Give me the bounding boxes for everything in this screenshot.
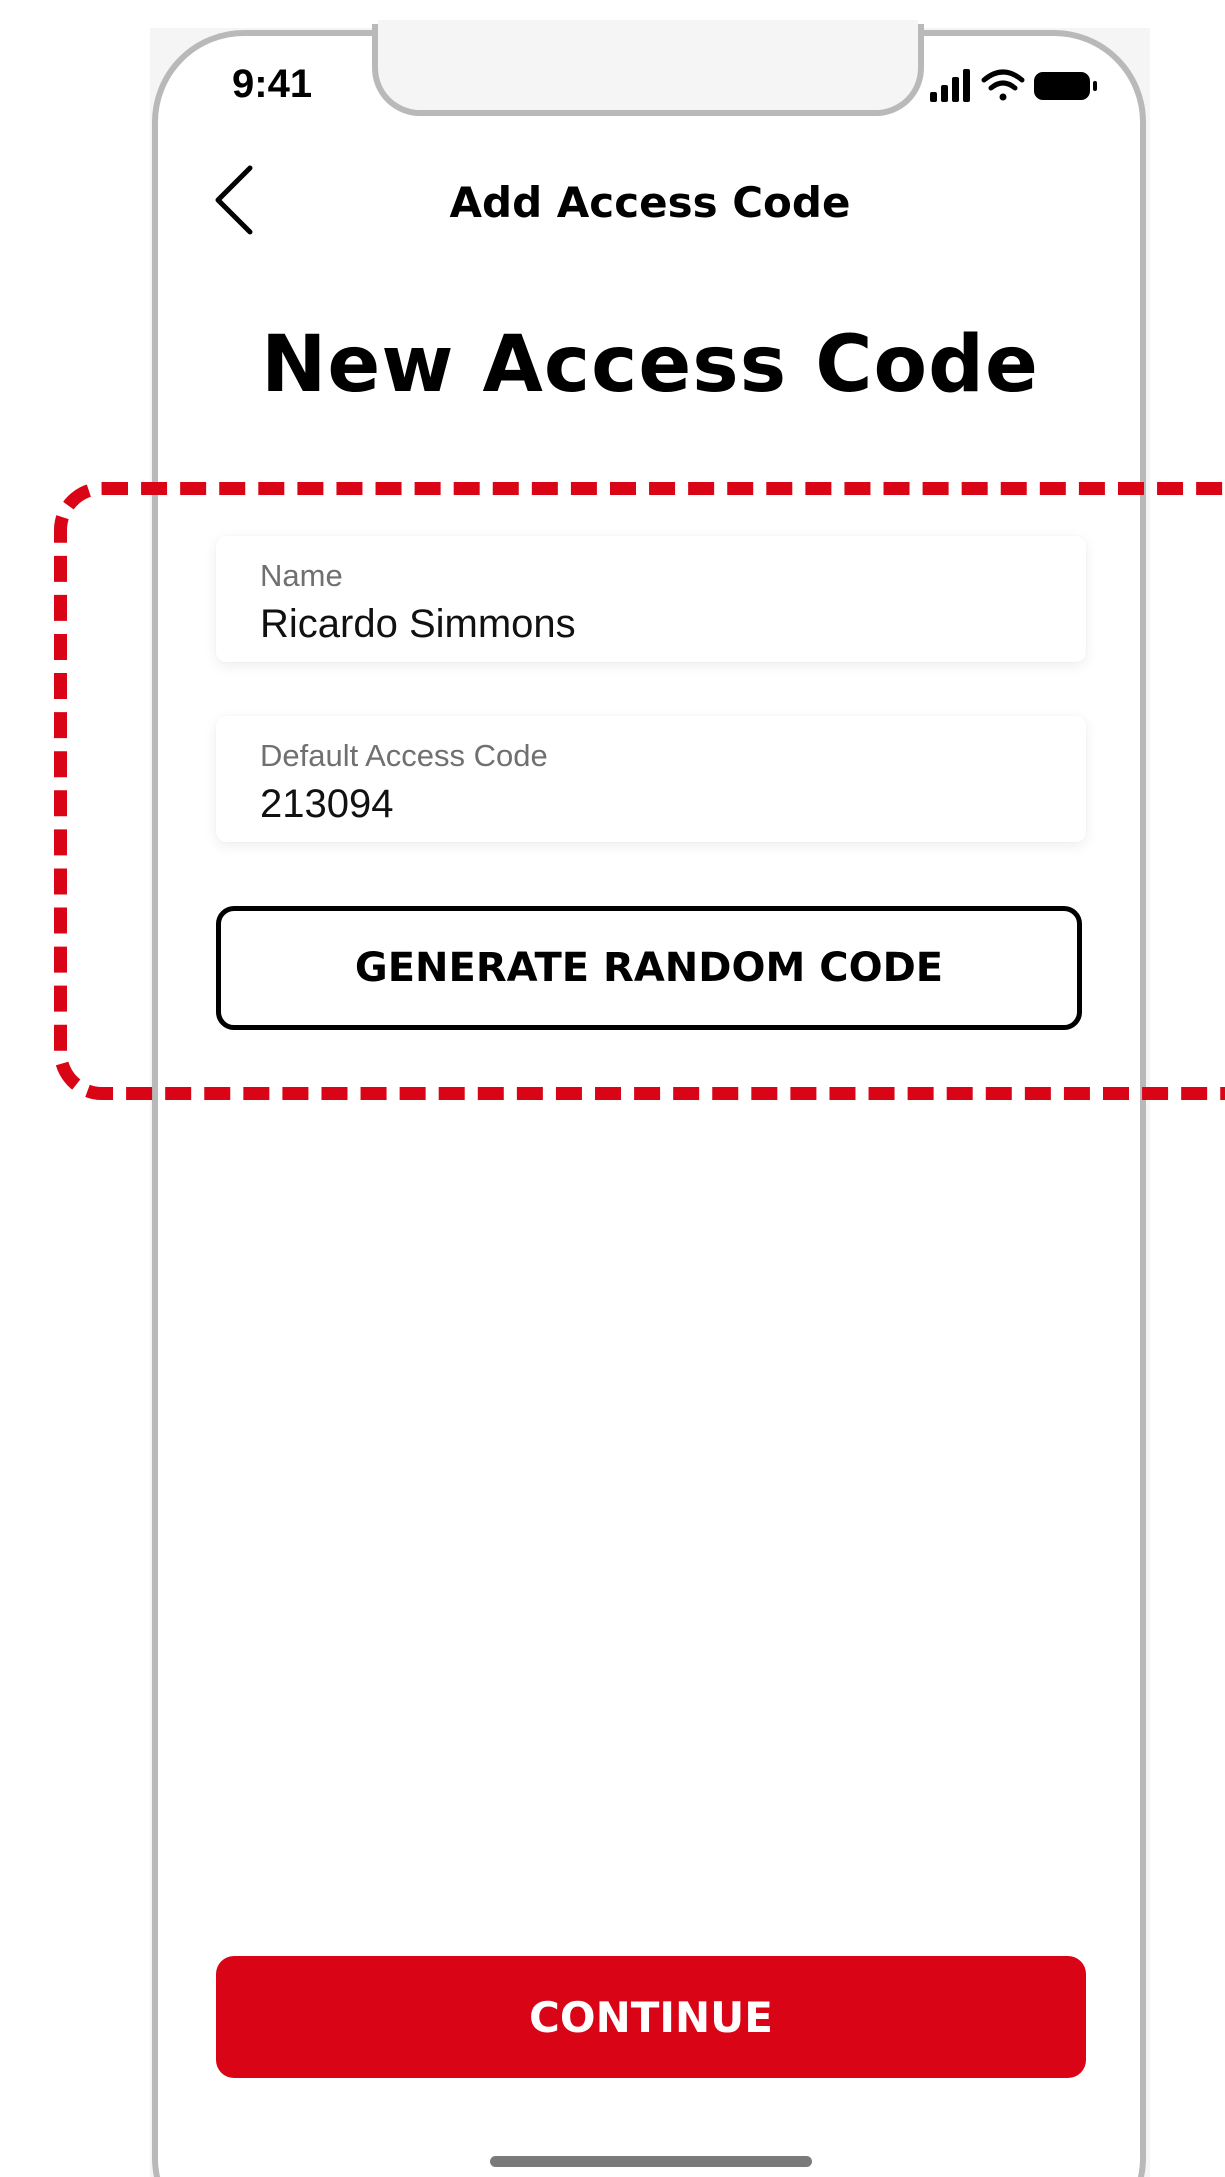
page-title: New Access Code [261, 320, 1039, 410]
app-canvas: 9:41 Add Access Code New Access Code Nam… [0, 0, 1225, 2177]
nav-title: Add Access Code [449, 178, 851, 227]
chevron-left-icon [215, 165, 253, 235]
wifi-icon [981, 69, 1025, 101]
phone-notch [372, 24, 924, 116]
battery-icon [1034, 72, 1097, 100]
back-button[interactable] [210, 160, 270, 240]
highlight-dashed-outline [54, 482, 1225, 1100]
continue-label: CONTINUE [529, 1992, 773, 2042]
status-time: 9:41 [232, 62, 313, 106]
home-indicator [490, 2156, 812, 2167]
continue-button[interactable]: CONTINUE [216, 1956, 1086, 2078]
status-icons [930, 69, 1097, 102]
cellular-signal-icon [930, 69, 970, 102]
